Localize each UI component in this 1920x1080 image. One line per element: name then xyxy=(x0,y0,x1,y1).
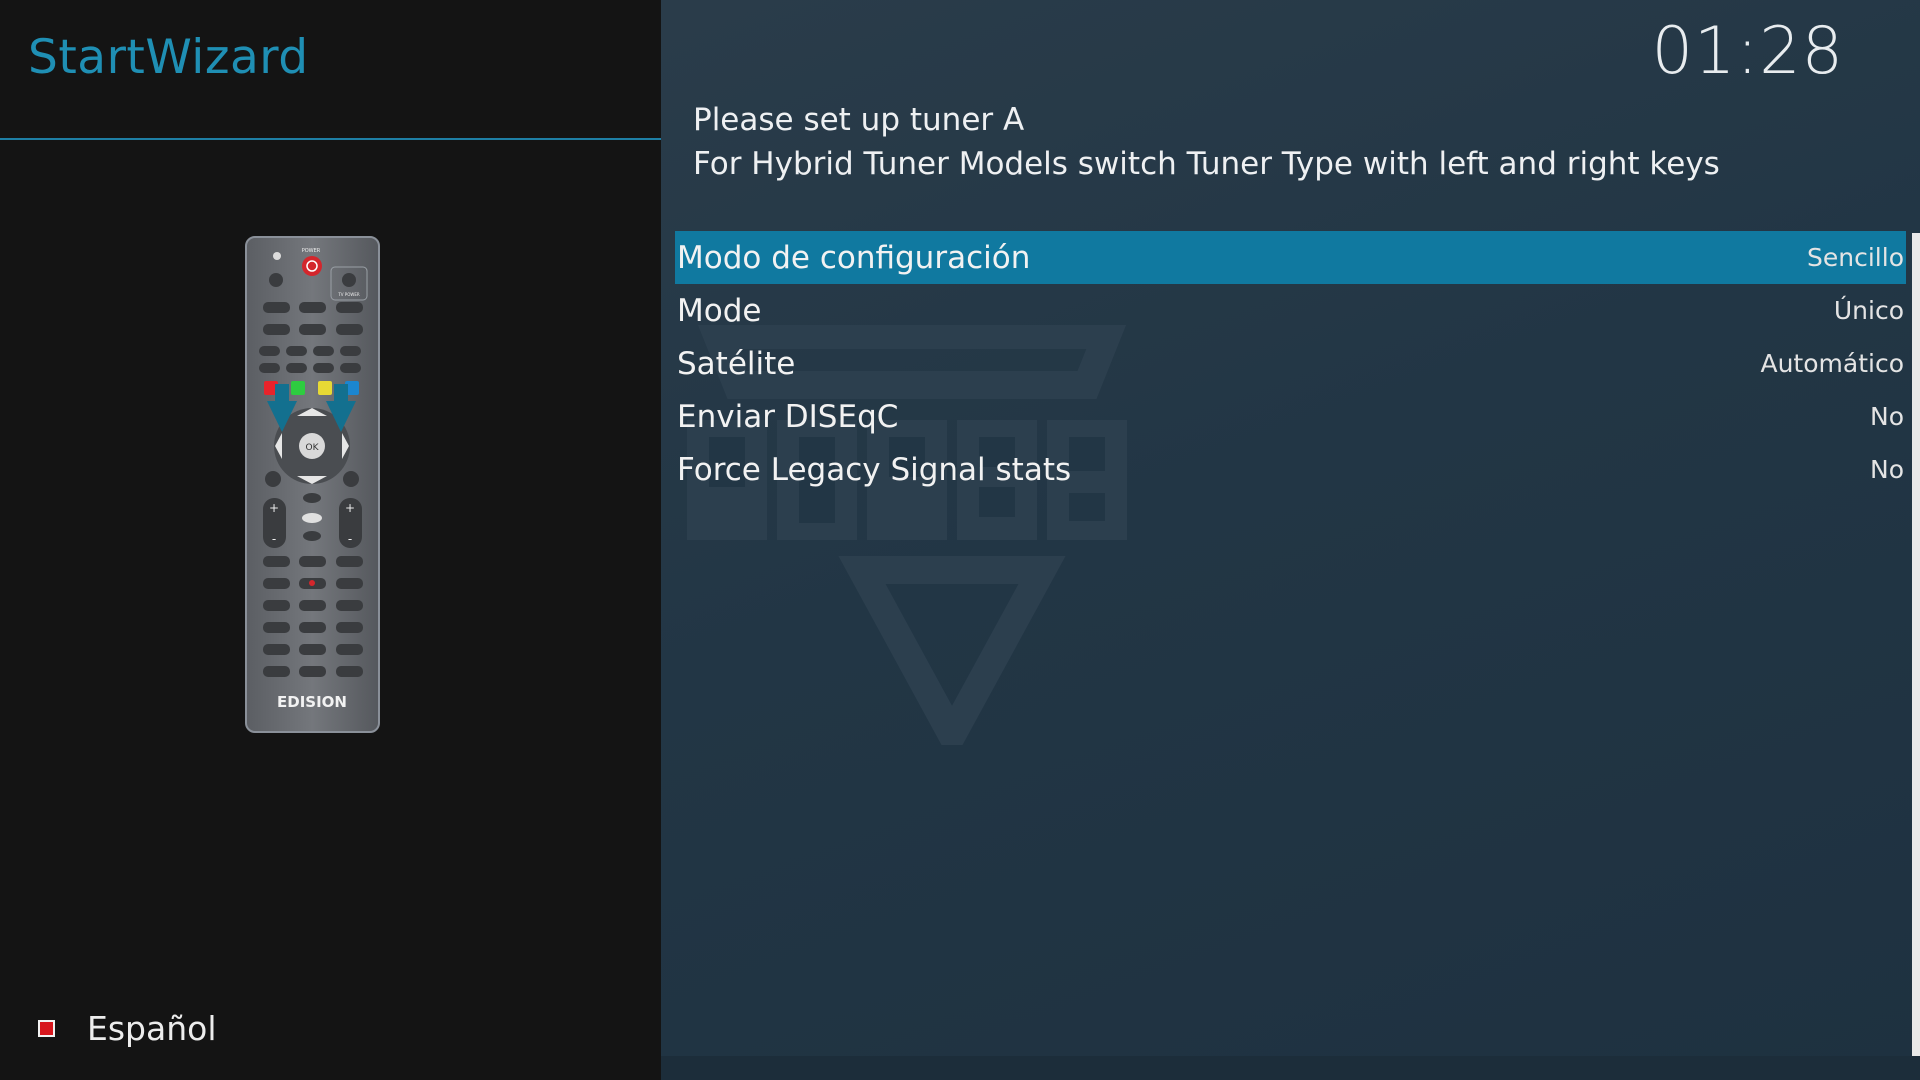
title-divider xyxy=(0,138,661,140)
svg-text:+: + xyxy=(345,501,355,515)
clock: 01:28 xyxy=(1651,14,1844,89)
remote-tv-power-label: TV POWER xyxy=(337,292,359,297)
setting-row-mode[interactable]: Mode Único xyxy=(675,284,1906,337)
setting-row-config-mode[interactable]: Modo de configuración Sencillo xyxy=(675,231,1906,284)
right-panel: 01:28 Please set up tuner A For Hybrid T… xyxy=(661,0,1920,1080)
setting-label: Satélite xyxy=(677,345,796,382)
svg-text:-: - xyxy=(272,532,276,546)
instructions: Please set up tuner A For Hybrid Tuner M… xyxy=(693,98,1720,186)
scrollbar[interactable] xyxy=(1912,233,1920,1080)
setting-label: Enviar DISEqC xyxy=(677,398,899,435)
remote-control-icon: POWER TV POWER OK + - + - EDISION xyxy=(245,236,380,733)
setting-value: Sencillo xyxy=(1807,243,1904,272)
setting-label: Modo de configuración xyxy=(677,239,1031,276)
language-label: Español xyxy=(87,1008,217,1048)
setting-label: Mode xyxy=(677,292,762,329)
instruction-line-2: For Hybrid Tuner Models switch Tuner Typ… xyxy=(693,146,1720,182)
remote-brand-label: EDISION xyxy=(277,693,347,711)
language-indicator[interactable]: Español xyxy=(38,1008,217,1048)
setting-value: No xyxy=(1870,455,1904,484)
svg-text:+: + xyxy=(269,501,279,515)
remote-green-key xyxy=(291,381,305,395)
svg-text:-: - xyxy=(348,532,352,546)
setting-value: Automático xyxy=(1760,349,1904,378)
setting-row-diseqc[interactable]: Enviar DISEqC No xyxy=(675,390,1906,443)
remote-yellow-key xyxy=(318,381,332,395)
wizard-title: StartWizard xyxy=(28,30,309,85)
setting-value: No xyxy=(1870,402,1904,431)
setting-label: Force Legacy Signal stats xyxy=(677,451,1072,488)
remote-control-image: POWER TV POWER OK + - + - EDISION xyxy=(245,236,380,733)
left-panel: StartWizard POWER TV POWER OK + - + - ED… xyxy=(0,0,661,1080)
setting-row-legacy-signal[interactable]: Force Legacy Signal stats No xyxy=(675,443,1906,496)
setting-row-satellite[interactable]: Satélite Automático xyxy=(675,337,1906,390)
setting-value: Único xyxy=(1833,296,1904,325)
tuner-settings-list: Modo de configuración Sencillo Mode Únic… xyxy=(675,231,1906,496)
remote-ok-label: OK xyxy=(306,443,320,453)
bottom-strip xyxy=(661,1056,1920,1080)
instruction-line-1: Please set up tuner A xyxy=(693,102,1025,138)
remote-power-label: POWER xyxy=(302,248,321,254)
language-flag-icon xyxy=(38,1019,55,1037)
